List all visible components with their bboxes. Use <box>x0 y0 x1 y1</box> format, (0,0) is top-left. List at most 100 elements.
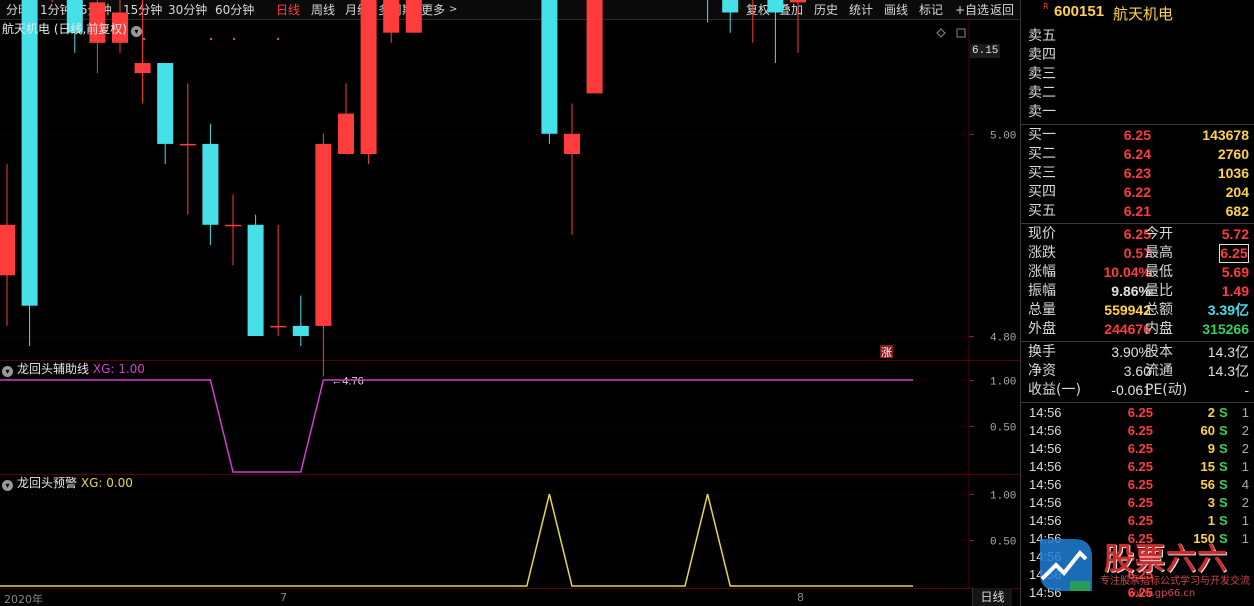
tick-volume: 9 <box>1207 441 1215 456</box>
quote-panel: R 600151 航天机电 卖五 卖四 卖三 卖二 卖一 买一 6.25 143678 买二 6.… <box>1020 0 1254 606</box>
bid-row[interactable]: 买三 6.23 1036 <box>1021 164 1254 183</box>
tick-volume: 2 <box>1207 405 1215 420</box>
tick-row: 14:56 6.25 3 S 2 <box>1021 494 1254 512</box>
indicator2-name: 龙回头预警 <box>17 476 78 490</box>
fundamental-value: 3.90% <box>1111 344 1151 360</box>
candle-up <box>0 224 15 276</box>
quote-row: 外盘 244676 内盘 315266 <box>1021 320 1254 339</box>
tick-direction: S <box>1219 423 1228 438</box>
ask-row[interactable]: 卖一 <box>1021 103 1254 122</box>
quote-row: 总量 559942 总额 3.39亿 <box>1021 301 1254 320</box>
tick-price: 6.25 <box>1127 495 1153 510</box>
quote-value: 559942 <box>1104 302 1151 318</box>
tick-row: 14:56 6.25 60 S 2 <box>1021 422 1254 440</box>
trading-app: 分时1分钟5分钟15分钟30分钟60分钟日线周线月线多周期更多>复权叠加历史统计… <box>0 0 1254 606</box>
bid-volume: 204 <box>1225 184 1249 200</box>
stock-code[interactable]: 600151 <box>1054 3 1104 20</box>
tick-row: 14:56 6.25 1 S 1 <box>1021 512 1254 530</box>
bid-volume: 143678 <box>1202 127 1249 143</box>
signal-dot <box>209 37 213 41</box>
period-tag[interactable]: 日线 <box>972 588 1012 606</box>
quote-value: 5.72 <box>1221 226 1249 242</box>
ask-row[interactable]: 卖三 <box>1021 65 1254 84</box>
tick-time: 14:56 <box>1029 423 1062 438</box>
ask-row[interactable]: 卖二 <box>1021 84 1254 103</box>
y-tick-label: 0.50 <box>990 537 1016 549</box>
candle-down <box>722 0 739 13</box>
y-tick-label: 4.80 <box>990 333 1016 345</box>
bid-row[interactable]: 买二 6.24 2760 <box>1021 145 1254 164</box>
fundamental-row: 净资 3.60 流通 14.3亿 <box>1021 362 1254 381</box>
quote-label: 最低 <box>1145 264 1173 280</box>
tick-volume: 60 <box>1200 423 1215 438</box>
tick-direction: S <box>1219 405 1228 420</box>
fundamental-value: -0.061 <box>1111 382 1151 398</box>
candle-up <box>315 143 332 326</box>
tick-direction: S <box>1219 513 1228 528</box>
bid-price: 6.22 <box>1123 184 1151 200</box>
bid-price: 6.24 <box>1123 146 1151 162</box>
quote-label: 量比 <box>1145 283 1173 299</box>
collapse-icon[interactable]: ▾ <box>2 366 13 377</box>
candle-down <box>202 143 219 225</box>
tick-count: 1 <box>1241 459 1249 474</box>
kline-chart: 4.805.005.205.405.605.806.00←6.25←4.76涨1… <box>0 0 1020 588</box>
limit-up-badge: 涨 <box>881 346 892 359</box>
stock-flag: R <box>1043 2 1049 11</box>
candle-down <box>247 224 264 336</box>
quote-label: 涨跌 <box>1028 245 1056 261</box>
fundamental-value: 14.3亿 <box>1207 344 1249 360</box>
candle-up <box>383 0 400 33</box>
candle-down <box>157 63 174 144</box>
tick-volume: 1 <box>1207 513 1215 528</box>
quote-value: 3.39亿 <box>1207 302 1249 318</box>
bid-volume: 2760 <box>1217 146 1249 162</box>
stock-name[interactable]: 航天机电 <box>1113 3 1173 24</box>
tick-count: 77 <box>1231 602 1249 606</box>
tick-count: 1 <box>1241 531 1249 546</box>
quote-label: 涨幅 <box>1028 264 1056 280</box>
collapse-icon[interactable]: ▾ <box>2 480 13 491</box>
divider <box>1021 402 1254 403</box>
tick-direction: S <box>1219 441 1228 456</box>
quote-row: 涨跌 0.57 最高 6.25 <box>1021 244 1254 263</box>
quote-label: 总额 <box>1145 302 1173 318</box>
fundamental-row: 收益(一) -0.061 PE(动) - <box>1021 381 1254 400</box>
tick-price: 6.25 <box>1103 602 1153 606</box>
bid-row[interactable]: 买四 6.22 204 <box>1021 183 1254 202</box>
quote-value: 6.25 <box>1219 244 1249 263</box>
divider <box>1021 223 1254 224</box>
indicator2-title: ▾ 龙回头预警 XG: 0.00 <box>2 476 133 491</box>
fundamental-value: 14.3亿 <box>1207 363 1249 379</box>
bid-row[interactable]: 买一 6.25 143678 <box>1021 126 1254 145</box>
fundamental-value: - <box>1244 382 1249 398</box>
bid-row[interactable]: 买五 6.21 682 <box>1021 202 1254 221</box>
candle-down <box>292 325 309 336</box>
bid-price: 6.21 <box>1123 203 1151 219</box>
signal-dot <box>142 37 146 41</box>
tick-price: 6.25 <box>1127 423 1153 438</box>
candle-up <box>564 133 580 155</box>
quote-value: 9.86% <box>1111 283 1151 299</box>
tick-volume: 15 <box>1200 459 1215 474</box>
tick-time: 14:56 <box>1029 441 1062 456</box>
bid-label: 买一 <box>1028 127 1056 143</box>
fundamental-label: 换手 <box>1028 344 1056 360</box>
quote-row: 现价 6.25 今开 5.72 <box>1021 225 1254 244</box>
ask-row[interactable]: 卖四 <box>1021 46 1254 65</box>
ask-row[interactable]: 卖五 <box>1021 27 1254 46</box>
quote-label: 振幅 <box>1028 283 1056 299</box>
tick-row: 14:56 6.25 56 S 4 <box>1021 476 1254 494</box>
quote-value: 0.57 <box>1123 245 1151 261</box>
fundamental-row: 换手 3.90% 股本 14.3亿 <box>1021 343 1254 362</box>
tick-row: 14:56 6.25 2 S 1 <box>1021 404 1254 422</box>
watermark-url: www.gp66.cn <box>1128 588 1196 599</box>
indicator1-name: 龙回头辅助线 <box>17 362 90 376</box>
tick-row: 15:00 6.25 1489 77 <box>1021 602 1254 606</box>
chevron-down-icon[interactable]: ▾ <box>130 26 142 37</box>
quote-value: 1.49 <box>1221 283 1249 299</box>
candle-up <box>360 0 377 155</box>
bid-volume: 1036 <box>1217 165 1249 181</box>
candle-down <box>21 0 38 306</box>
current-price-label: 6.15 <box>970 44 1000 58</box>
